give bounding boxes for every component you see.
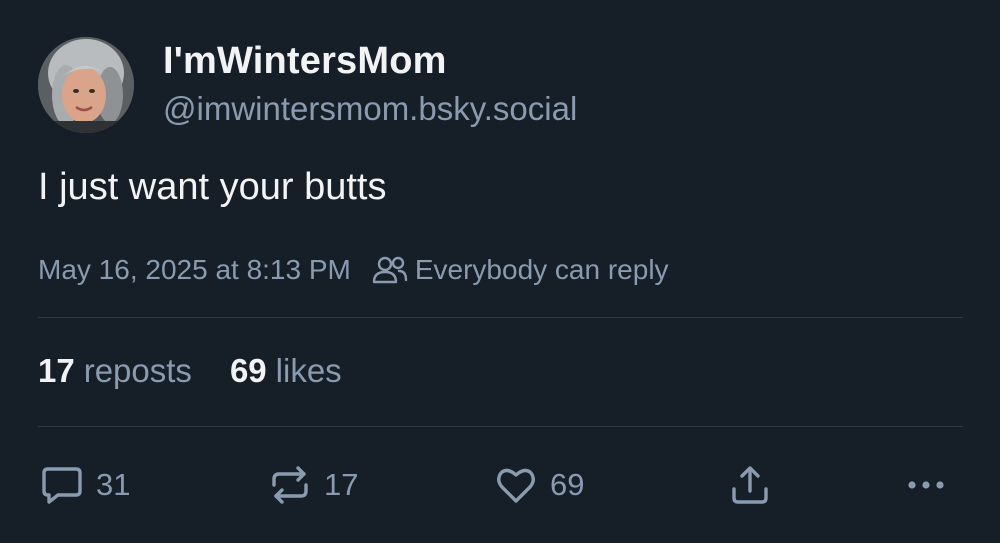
repost-button[interactable]: 17: [268, 460, 358, 510]
reposts-label: reposts: [83, 352, 192, 389]
share-button[interactable]: [728, 460, 784, 510]
divider: [38, 317, 963, 318]
reply-setting[interactable]: Everybody can reply: [371, 254, 669, 286]
post-meta: May 16, 2025 at 8:13 PM Everybody can re…: [38, 250, 669, 290]
post-thread-item: I'mWintersMom @imwintersmom.bsky.social …: [0, 0, 1000, 543]
reply-button[interactable]: 31: [40, 460, 130, 510]
share-upload-icon: [732, 466, 768, 504]
author-handle[interactable]: @imwintersmom.bsky.social: [163, 90, 577, 128]
post-timestamp[interactable]: May 16, 2025 at 8:13 PM: [38, 254, 351, 286]
reply-setting-label: Everybody can reply: [414, 254, 669, 285]
avatar[interactable]: [38, 37, 134, 133]
post-text: I just want your butts: [38, 166, 387, 208]
repost-arrows-icon: [272, 466, 308, 504]
reply-count: 31: [96, 467, 131, 502]
action-bar: 31 17 69: [38, 460, 963, 510]
divider: [38, 426, 963, 427]
reposts-stat[interactable]: 17 reposts: [38, 352, 192, 390]
likes-stat[interactable]: 69 likes: [230, 352, 342, 390]
likes-label: likes: [275, 352, 342, 389]
like-button[interactable]: 69: [494, 460, 584, 510]
more-options-button[interactable]: [904, 460, 960, 510]
engagement-stats: 17 reposts 69 likes: [38, 352, 342, 390]
reposts-count: 17: [38, 352, 75, 389]
people-icon: [372, 256, 408, 284]
speech-bubble-icon: [42, 467, 82, 504]
author-display-name[interactable]: I'mWintersMom: [163, 40, 447, 83]
like-count: 69: [550, 467, 585, 502]
avatar-photo: [38, 37, 134, 133]
likes-count: 69: [229, 352, 267, 389]
more-dots-icon: [908, 481, 944, 489]
heart-icon: [497, 468, 535, 503]
repost-count: 17: [324, 467, 359, 502]
